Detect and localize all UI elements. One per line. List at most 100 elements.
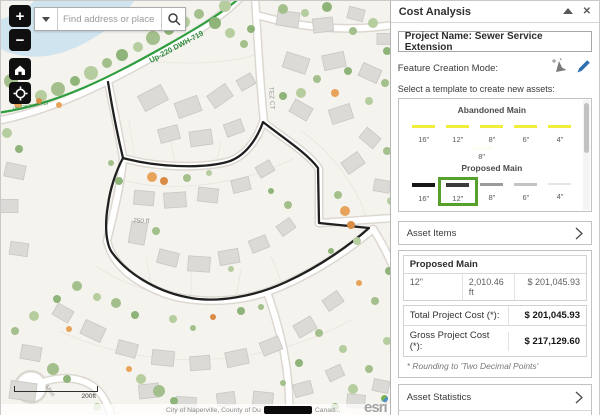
proposed-main-swatches: 16" 12" 8" 6" 4" <box>407 180 577 203</box>
template-prompt: Select a template to create new assets: <box>398 84 592 94</box>
template-abandoned-8[interactable]: 8" <box>475 122 509 144</box>
line-swatch <box>480 125 503 128</box>
home-button[interactable] <box>9 58 31 80</box>
panel-title: Cost Analysis <box>399 6 553 18</box>
swatch-label: 8" <box>465 152 499 161</box>
swatch-label: 6" <box>509 193 543 202</box>
total-cost-row: Total Project Cost (*): $ 201,045.93 <box>404 306 586 325</box>
line-swatch <box>514 183 537 186</box>
line-swatch <box>548 125 571 128</box>
locate-button[interactable] <box>9 82 31 104</box>
template-proposed-6[interactable]: 6" <box>509 180 543 203</box>
app-window: Up-220 DWH-719 Up-220 DWH-719 TEZ CT Mis… <box>0 0 600 415</box>
select-mode-button[interactable] <box>551 58 568 79</box>
template-abandoned-4[interactable]: 4" <box>543 122 577 144</box>
chevron-right-icon <box>575 391 583 404</box>
search-widget <box>34 7 186 31</box>
esri-logo: esri <box>364 399 387 415</box>
asset-items-expander[interactable]: Asset Items <box>398 221 592 245</box>
template-proposed-16[interactable]: 16" <box>407 180 441 203</box>
gross-cost-label: Gross Project Cost (*): <box>404 326 508 356</box>
search-icon <box>167 12 181 26</box>
template-abandoned-6[interactable]: 6" <box>509 122 543 144</box>
asset-table-header: Proposed Main <box>404 256 586 274</box>
chevron-right-icon <box>575 227 583 240</box>
project-name-box: Project Name: Sewer Service Extension <box>398 31 592 52</box>
collapse-button[interactable] <box>563 8 573 15</box>
template-abandoned-extra-8[interactable]: 8" <box>465 147 499 161</box>
asset-statistics-label: Asset Statistics <box>407 392 575 403</box>
table-row: 12" 2,010.46 ft $ 201,045.93 <box>404 274 586 300</box>
basemap-graphics: Up-220 DWH-719 Up-220 DWH-719 TEZ CT Mis… <box>1 1 390 415</box>
cell-length: 2,010.46 ft <box>462 274 514 300</box>
line-swatch <box>446 183 469 187</box>
search-button[interactable] <box>161 8 185 30</box>
abandoned-main-swatches: 16" 12" 8" 6" 4" <box>407 122 577 144</box>
feature-creation-mode-label: Feature Creation Mode: <box>398 63 543 74</box>
line-swatch <box>470 147 493 150</box>
total-cost-label: Total Project Cost (*): <box>404 306 508 325</box>
swatch-label: 16" <box>407 194 441 203</box>
template-proposed-12-selected[interactable]: 12" <box>441 180 475 203</box>
scale-bar-line <box>14 386 98 392</box>
template-proposed-4[interactable]: 4" <box>543 180 577 203</box>
asset-table: Proposed Main 12" 2,010.46 ft $ 201,045.… <box>403 255 587 301</box>
panel-header: Cost Analysis ✕ <box>391 1 599 23</box>
line-swatch <box>480 183 503 186</box>
expander-stack: Asset Statistics Project Summary <box>398 384 592 415</box>
swatch-label: 6" <box>509 135 543 144</box>
project-summary-expander[interactable]: Project Summary <box>399 410 591 415</box>
template-abandoned-12[interactable]: 12" <box>441 122 475 144</box>
map-controls: + − <box>9 5 31 106</box>
search-input[interactable] <box>58 8 161 30</box>
template-abandoned-16[interactable]: 16" <box>407 122 441 144</box>
line-swatch <box>412 183 435 187</box>
cell-size: 12" <box>404 274 462 300</box>
panel-body: Project Name: Sewer Service Extension Fe… <box>391 23 599 415</box>
cost-table-card: Proposed Main 12" 2,010.46 ft $ 201,045.… <box>398 250 592 378</box>
attribution-text-right: Canad... <box>315 407 341 414</box>
rounding-note: * Rounding to 'Two Decimal Points' <box>403 357 587 373</box>
swatch-label: 12" <box>441 135 475 144</box>
template-scrollbar[interactable] <box>583 100 590 210</box>
zoom-in-button[interactable]: + <box>9 5 31 27</box>
swatch-label: 4" <box>543 135 577 144</box>
swatch-label: 8" <box>475 193 509 202</box>
chevron-down-icon <box>42 17 50 22</box>
template-proposed-8[interactable]: 8" <box>475 180 509 203</box>
total-cost-value: $ 201,045.93 <box>508 306 586 325</box>
distance-label: 750 ft <box>133 218 150 225</box>
line-swatch <box>548 183 571 185</box>
search-source-dropdown[interactable] <box>35 8 58 30</box>
asset-items-label: Asset Items <box>407 228 575 239</box>
group-heading-proposed-main: Proposed Main <box>407 163 577 173</box>
line-swatch <box>412 125 435 128</box>
scale-bar: 200ft <box>14 386 98 400</box>
draw-mode-button[interactable] <box>576 58 592 79</box>
line-swatch <box>446 125 469 128</box>
scrollbar-thumb[interactable] <box>584 103 589 153</box>
pencil-icon <box>576 58 592 74</box>
map-view[interactable]: Up-220 DWH-719 Up-220 DWH-719 TEZ CT Mis… <box>1 1 390 415</box>
swatch-label: 12" <box>441 194 475 203</box>
map-attribution: City of Naperville, County of Du Canad..… <box>1 404 390 415</box>
asset-statistics-expander[interactable]: Asset Statistics <box>399 385 591 410</box>
totals-table: Total Project Cost (*): $ 201,045.93 Gro… <box>403 305 587 357</box>
close-icon: ✕ <box>583 6 591 17</box>
home-icon <box>13 63 27 76</box>
cost-analysis-panel: Cost Analysis ✕ Project Name: Sewer Serv… <box>390 1 599 415</box>
gross-cost-value: $ 217,129.60 <box>508 332 586 351</box>
gross-cost-row: Gross Project Cost (*): $ 217,129.60 <box>404 325 586 356</box>
close-button[interactable]: ✕ <box>583 6 591 17</box>
scale-bar-label: 200ft <box>14 393 98 400</box>
zoom-out-button[interactable]: − <box>9 29 31 51</box>
template-picker: Abandoned Main 16" 12" 8" 6" 4" 8" Propo… <box>398 98 592 212</box>
line-swatch <box>514 125 537 128</box>
attribution-text-left: City of Naperville, County of Du <box>166 407 261 414</box>
attribution-redaction <box>264 406 312 414</box>
esri-globe-icon <box>381 395 388 402</box>
swatch-label: 8" <box>475 135 509 144</box>
collapse-up-icon <box>563 8 573 15</box>
swatch-label: 16" <box>407 135 441 144</box>
locate-icon <box>13 86 28 101</box>
